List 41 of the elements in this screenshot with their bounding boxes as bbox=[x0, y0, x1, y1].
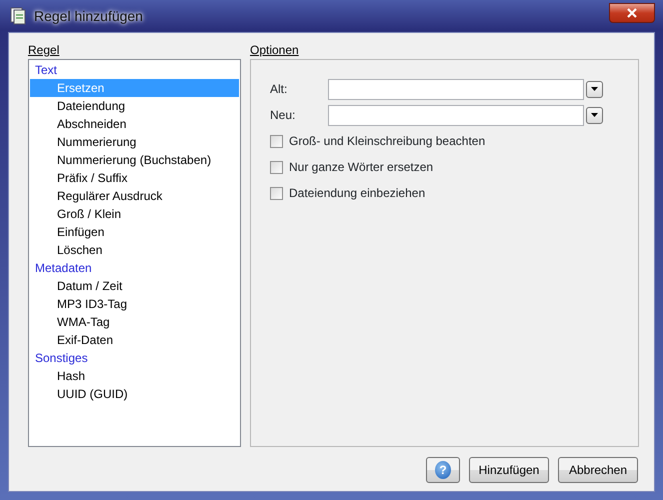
tree-item[interactable]: Dateiendung bbox=[30, 97, 239, 115]
combo-input-field[interactable] bbox=[328, 78, 584, 100]
tree-item[interactable]: Datum / Zeit bbox=[30, 277, 239, 295]
tree-item[interactable]: Groß / Klein bbox=[30, 205, 239, 223]
tree-item[interactable]: Abschneiden bbox=[30, 115, 239, 133]
checkbox-label: Nur ganze Wörter ersetzen bbox=[289, 159, 434, 176]
tree-item[interactable]: UUID (GUID) bbox=[30, 385, 239, 403]
tree-item[interactable]: Präfix / Suffix bbox=[30, 169, 239, 187]
caret-icon bbox=[591, 87, 598, 91]
close-icon bbox=[626, 8, 638, 18]
tree-item[interactable]: Nummerierung (Buchstaben) bbox=[30, 151, 239, 169]
tree-item[interactable]: MP3 ID3-Tag bbox=[30, 295, 239, 313]
window-title: Regel hinzufügen bbox=[34, 6, 143, 26]
checkbox-label: Groß- und Kleinschreibung beachten bbox=[289, 133, 486, 150]
tree-item[interactable]: Exif-Daten bbox=[30, 331, 239, 349]
tree-item[interactable]: Einfügen bbox=[30, 223, 239, 241]
close-button[interactable] bbox=[609, 3, 655, 23]
dropdown-button[interactable] bbox=[586, 106, 603, 124]
options-group-label: Optionen bbox=[250, 42, 300, 59]
checkbox[interactable] bbox=[270, 134, 283, 148]
dropdown-button[interactable] bbox=[586, 80, 603, 98]
field-label: Neu: bbox=[270, 107, 296, 124]
tree-category[interactable]: Metadaten bbox=[30, 259, 239, 277]
tree-item[interactable]: Hash bbox=[30, 367, 239, 385]
tree-category[interactable]: Text bbox=[30, 61, 239, 79]
rule-group-label: Regel bbox=[28, 42, 60, 59]
tree-item[interactable]: Regulärer Ausdruck bbox=[30, 187, 239, 205]
field-label: Alt: bbox=[270, 81, 288, 98]
combo-input-field[interactable] bbox=[328, 104, 584, 126]
dialog-button[interactable]: Hinzufügen bbox=[469, 457, 549, 483]
tree-item[interactable]: WMA-Tag bbox=[30, 313, 239, 331]
dialog-button[interactable]: Abbrechen bbox=[558, 457, 638, 483]
app-icon bbox=[10, 7, 26, 25]
help-icon: ? bbox=[435, 461, 451, 479]
checkbox[interactable] bbox=[270, 186, 283, 200]
caret-icon bbox=[591, 113, 598, 117]
checkbox[interactable] bbox=[270, 160, 283, 174]
checkbox-label: Dateiendung einbeziehen bbox=[289, 185, 426, 202]
tree-item[interactable]: Nummerierung bbox=[30, 133, 239, 151]
tree-item[interactable]: Löschen bbox=[30, 241, 239, 259]
tree-category[interactable]: Sonstiges bbox=[30, 349, 239, 367]
